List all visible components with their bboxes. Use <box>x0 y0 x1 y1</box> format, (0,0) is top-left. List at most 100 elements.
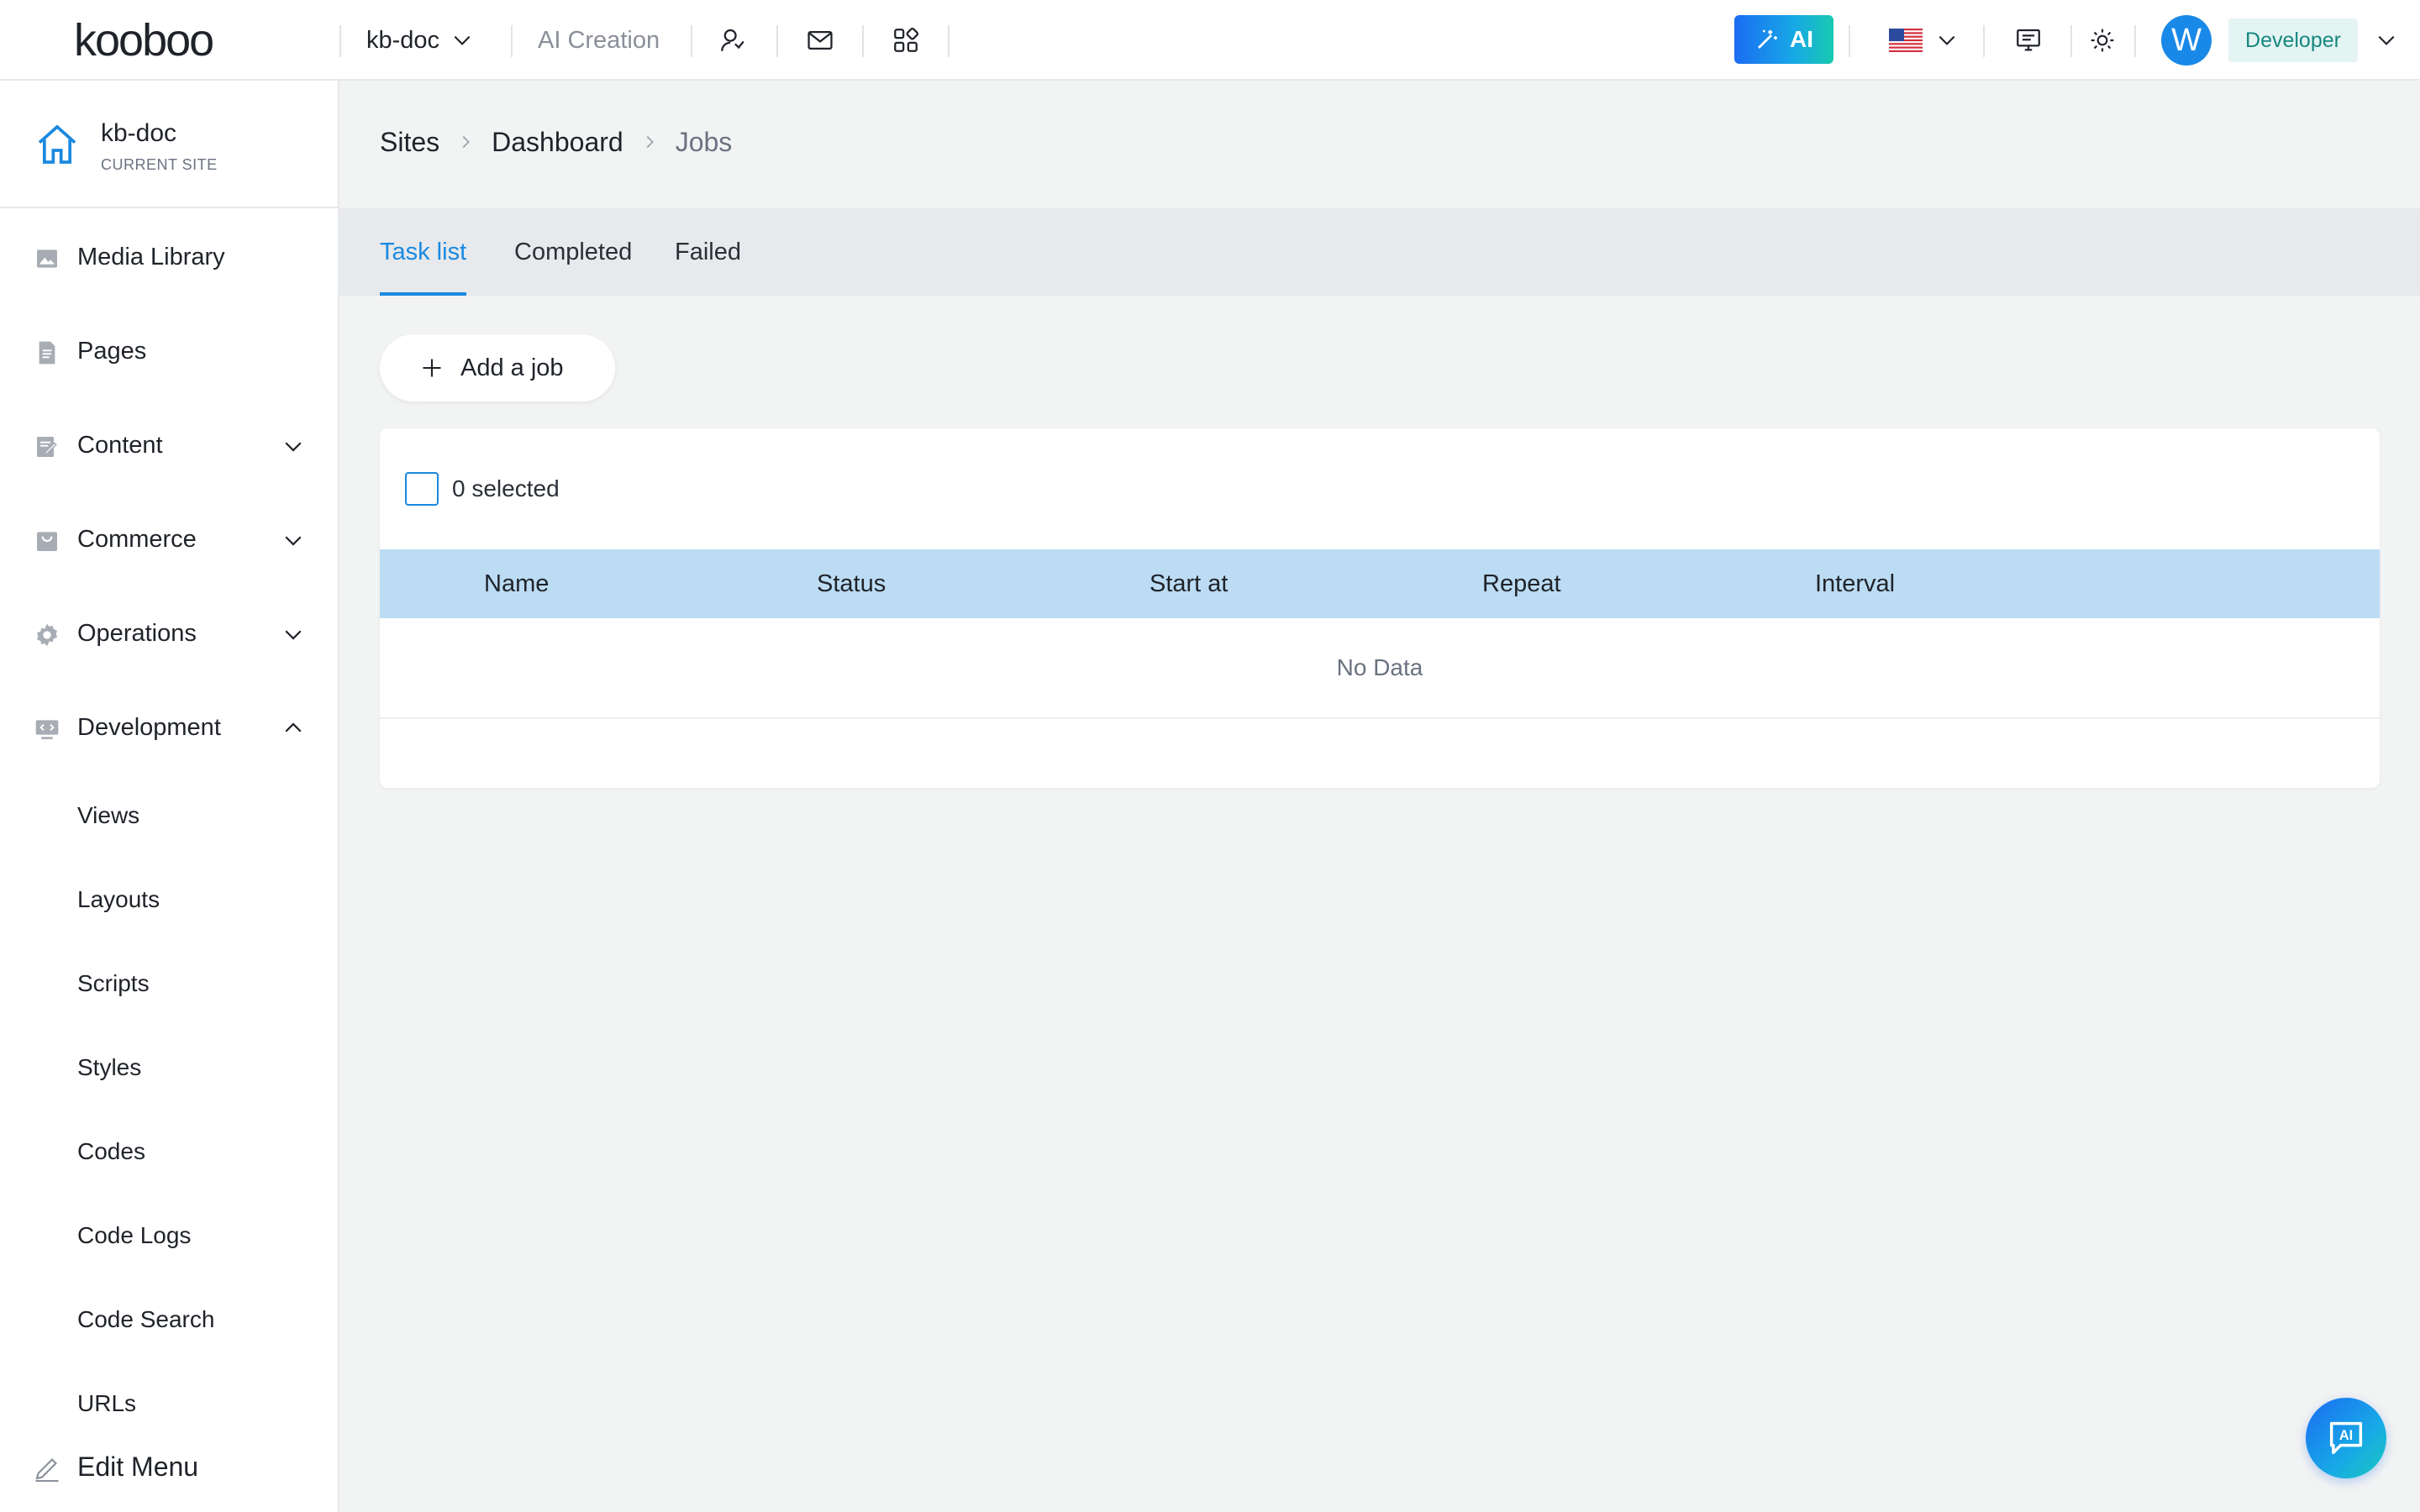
column-header-status[interactable]: Status <box>817 549 886 618</box>
chevron-down-icon[interactable] <box>2370 24 2403 57</box>
chevron-down-icon <box>454 35 471 45</box>
column-header-start-at[interactable]: Start at <box>1150 549 1228 618</box>
site-selector-label: kb-doc <box>366 26 440 54</box>
sidebar-subitem-label: Layouts <box>77 886 160 912</box>
add-job-button[interactable]: Add a job <box>380 334 615 402</box>
sidebar-item-label: Operations <box>77 619 197 647</box>
home-icon <box>38 124 76 164</box>
ai-button-label: AI <box>1790 26 1813 52</box>
sidebar-item-label: Commerce <box>77 525 197 553</box>
table-empty-state: No Data <box>380 618 2380 719</box>
chevron-down-icon <box>285 536 302 546</box>
chevron-up-icon <box>285 722 302 732</box>
kooboo-logo[interactable]: kooboo <box>74 15 276 66</box>
sidebar-item-codes[interactable]: Codes <box>0 1122 338 1181</box>
pencil-icon <box>35 1458 59 1483</box>
monitor-icon[interactable] <box>2012 24 2045 57</box>
shopping-bag-icon <box>37 532 57 551</box>
divider <box>776 25 778 57</box>
sidebar-item-views[interactable]: Views <box>0 786 338 845</box>
edit-menu-label: Edit Menu <box>77 1451 199 1482</box>
sidebar-subitem-label: URLs <box>77 1390 137 1416</box>
divider <box>339 25 341 57</box>
site-selector[interactable]: kb-doc <box>366 0 473 81</box>
edit-document-icon <box>37 437 57 457</box>
user-icon[interactable] <box>716 24 750 57</box>
divider <box>691 25 692 57</box>
current-site-name: kb-doc <box>101 119 177 147</box>
column-header-name[interactable]: Name <box>484 549 549 618</box>
divider <box>862 25 864 57</box>
code-icon <box>35 720 59 739</box>
chevron-down-icon <box>285 442 302 452</box>
sidebar-subitem-label: Codes <box>77 1138 145 1164</box>
app-root: kooboo kb-doc AI Creation AI W Developer… <box>0 0 2420 1512</box>
sidebar-item-development[interactable]: Development <box>0 697 338 758</box>
current-site-card[interactable]: kb-doc CURRENT SITE <box>0 81 338 208</box>
current-site-caption: CURRENT SITE <box>101 156 218 173</box>
top-bar: kooboo kb-doc AI Creation AI W Developer <box>0 0 2420 81</box>
sidebar-item-pages[interactable]: Pages <box>0 321 338 381</box>
ai-chat-icon: AI <box>2329 1421 2363 1455</box>
sidebar-item-code-search[interactable]: Code Search <box>0 1290 338 1349</box>
sidebar-subitem-label: Scripts <box>77 970 150 996</box>
role-badge[interactable]: Developer <box>2228 18 2358 62</box>
mail-icon[interactable] <box>803 24 837 57</box>
divider <box>1849 25 1850 57</box>
edit-menu-button[interactable]: Edit Menu <box>0 1436 338 1497</box>
column-header-repeat[interactable]: Repeat <box>1482 549 1561 618</box>
divider <box>2134 25 2136 57</box>
sidebar-item-commerce[interactable]: Commerce <box>0 509 338 570</box>
gear-icon <box>37 623 57 647</box>
magic-wand-icon <box>1758 29 1777 49</box>
breadcrumb-jobs: Jobs <box>675 126 733 157</box>
sun-theme-icon[interactable] <box>2086 24 2119 57</box>
sidebar-item-urls[interactable]: URLs <box>0 1374 338 1433</box>
breadcrumb-dashboard[interactable]: Dashboard <box>492 127 623 158</box>
select-all-checkbox[interactable] <box>405 472 439 506</box>
sidebar-item-content[interactable]: Content <box>0 415 338 475</box>
language-selector[interactable] <box>1889 24 1958 57</box>
table-header: Name Status Start at Repeat Interval <box>380 549 2380 618</box>
sidebar-item-layouts[interactable]: Layouts <box>0 870 338 929</box>
tab-task-list[interactable]: Task list <box>380 208 467 296</box>
document-icon <box>39 341 55 365</box>
breadcrumb-sites[interactable]: Sites <box>380 127 439 158</box>
tab-completed[interactable]: Completed <box>514 208 632 296</box>
ai-chat-fab[interactable]: AI <box>2306 1398 2386 1478</box>
apps-grid-icon[interactable] <box>889 24 923 57</box>
svg-text:AI: AI <box>2339 1428 2353 1443</box>
chevron-down-icon <box>1939 35 1955 45</box>
chevron-right-icon <box>646 135 654 149</box>
ai-assistant-button[interactable]: AI <box>1734 15 1833 64</box>
sidebar-subitem-label: Code Logs <box>77 1222 192 1248</box>
sidebar-item-scripts[interactable]: Scripts <box>0 954 338 1013</box>
ai-creation-link[interactable]: AI Creation <box>538 0 660 81</box>
column-header-interval[interactable]: Interval <box>1815 549 1895 618</box>
add-job-label: Add a job <box>460 354 564 381</box>
selected-count: 0 selected <box>452 475 560 501</box>
divider <box>511 25 513 57</box>
tabs-bar: Task list Completed Failed <box>339 208 2420 296</box>
sidebar-item-media-library[interactable]: Media Library <box>0 227 338 287</box>
divider <box>948 25 950 57</box>
breadcrumb: Sites Dashboard Jobs <box>380 121 732 163</box>
us-flag-icon <box>1889 29 1923 52</box>
plus-icon <box>423 359 441 377</box>
sidebar-item-label: Media Library <box>77 243 225 270</box>
sidebar-subitem-label: Styles <box>77 1054 142 1080</box>
user-avatar[interactable]: W <box>2161 15 2212 66</box>
sidebar-subitem-label: Code Search <box>77 1306 215 1332</box>
sidebar-item-code-logs[interactable]: Code Logs <box>0 1206 338 1265</box>
divider <box>2070 25 2072 57</box>
sidebar-item-operations[interactable]: Operations <box>0 603 338 664</box>
jobs-table-card: 0 selected Name Status Start at Repeat I… <box>380 428 2380 788</box>
tab-failed[interactable]: Failed <box>675 208 741 296</box>
sidebar-subitem-label: Views <box>77 802 140 828</box>
sidebar-item-label: Pages <box>77 337 147 365</box>
sidebar: kb-doc CURRENT SITE Media Library Pages … <box>0 81 339 1512</box>
image-icon <box>37 249 57 268</box>
divider <box>1983 25 1985 57</box>
sidebar-item-styles[interactable]: Styles <box>0 1038 338 1097</box>
sidebar-item-label: Development <box>77 713 221 741</box>
